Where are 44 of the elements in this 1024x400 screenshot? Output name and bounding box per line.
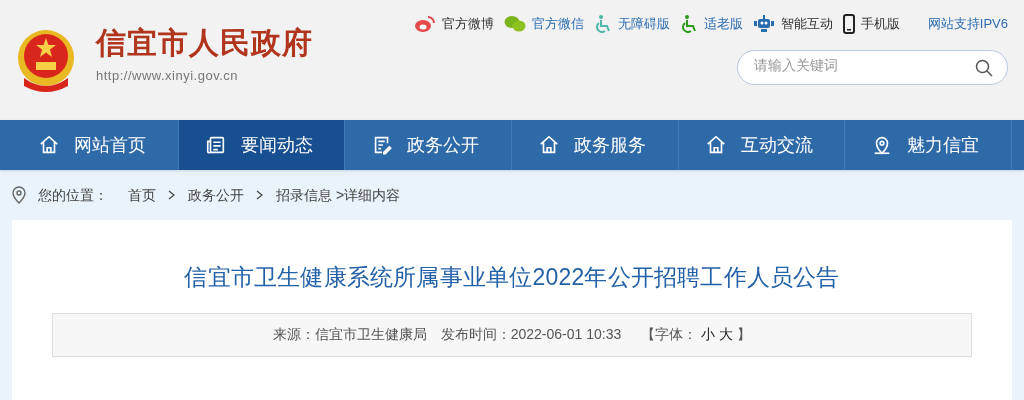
chat-bubbles-icon: [503, 15, 526, 33]
nav-tab[interactable]: 魅力信宜: [845, 120, 1013, 170]
weibo-icon: [413, 15, 436, 33]
article-title: 信宜市卫生健康系统所属事业单位2022年公开招聘工作人员公告: [184, 263, 840, 292]
top-link[interactable]: 官方微博: [441, 14, 494, 34]
emblem-logo: [16, 28, 76, 92]
nav-tab[interactable]: 政务服务: [512, 120, 679, 170]
site-title: 信宜市人民政府: [96, 28, 313, 59]
chevron-icon: [256, 190, 264, 200]
breadcrumb-label: 您的位置：: [38, 185, 108, 205]
top-link[interactable]: 无障碍版: [617, 14, 670, 34]
wheelchair-icon: [593, 14, 612, 34]
home-icon: [538, 134, 560, 156]
site-url: http://www.xinyi.gov.cn: [96, 67, 240, 86]
top-link[interactable]: 智能互动: [780, 14, 833, 34]
robot-icon: [752, 15, 775, 33]
top-link[interactable]: 手机版: [860, 14, 900, 34]
top-link[interactable]: 适老版: [703, 14, 743, 34]
breadcrumb-current: >详细内容: [336, 185, 401, 205]
document-icon: [204, 134, 227, 156]
top-link[interactable]: 网站支持IPV6: [927, 14, 1008, 34]
home-icon: [704, 134, 727, 156]
article-source: 来源：信宜市卫生健康局: [272, 325, 427, 344]
nav-tab[interactable]: 互动交流: [678, 120, 846, 170]
font-size-label: 【字体：: [641, 325, 698, 344]
chevron-icon: [168, 190, 176, 200]
nav-tab[interactable]: 要闻动态: [178, 120, 346, 170]
font-bracket: 】: [737, 325, 752, 344]
top-link[interactable]: 官方微信: [531, 14, 584, 34]
font-large-link[interactable]: 大: [719, 324, 734, 345]
breadcrumb-link[interactable]: 招录信息: [276, 184, 332, 206]
phone-icon: [842, 14, 855, 34]
breadcrumb-link[interactable]: 政务公开: [188, 184, 244, 206]
nav-tab[interactable]: 网站首页: [12, 120, 179, 170]
publish-time: 发布时间：2022-06-01 10:33: [440, 325, 622, 344]
font-small-link[interactable]: 小: [701, 324, 716, 345]
search-placeholder: 请输入关键词: [754, 56, 838, 75]
location-icon: [12, 186, 26, 204]
breadcrumb-link[interactable]: 首页: [128, 184, 156, 206]
search-icon[interactable]: [975, 58, 993, 77]
home-icon: [38, 134, 60, 156]
search-field[interactable]: 请输入关键词: [737, 50, 1008, 85]
wheelchair-icon: [679, 14, 698, 34]
nav-tab[interactable]: 政务公开: [345, 120, 512, 170]
